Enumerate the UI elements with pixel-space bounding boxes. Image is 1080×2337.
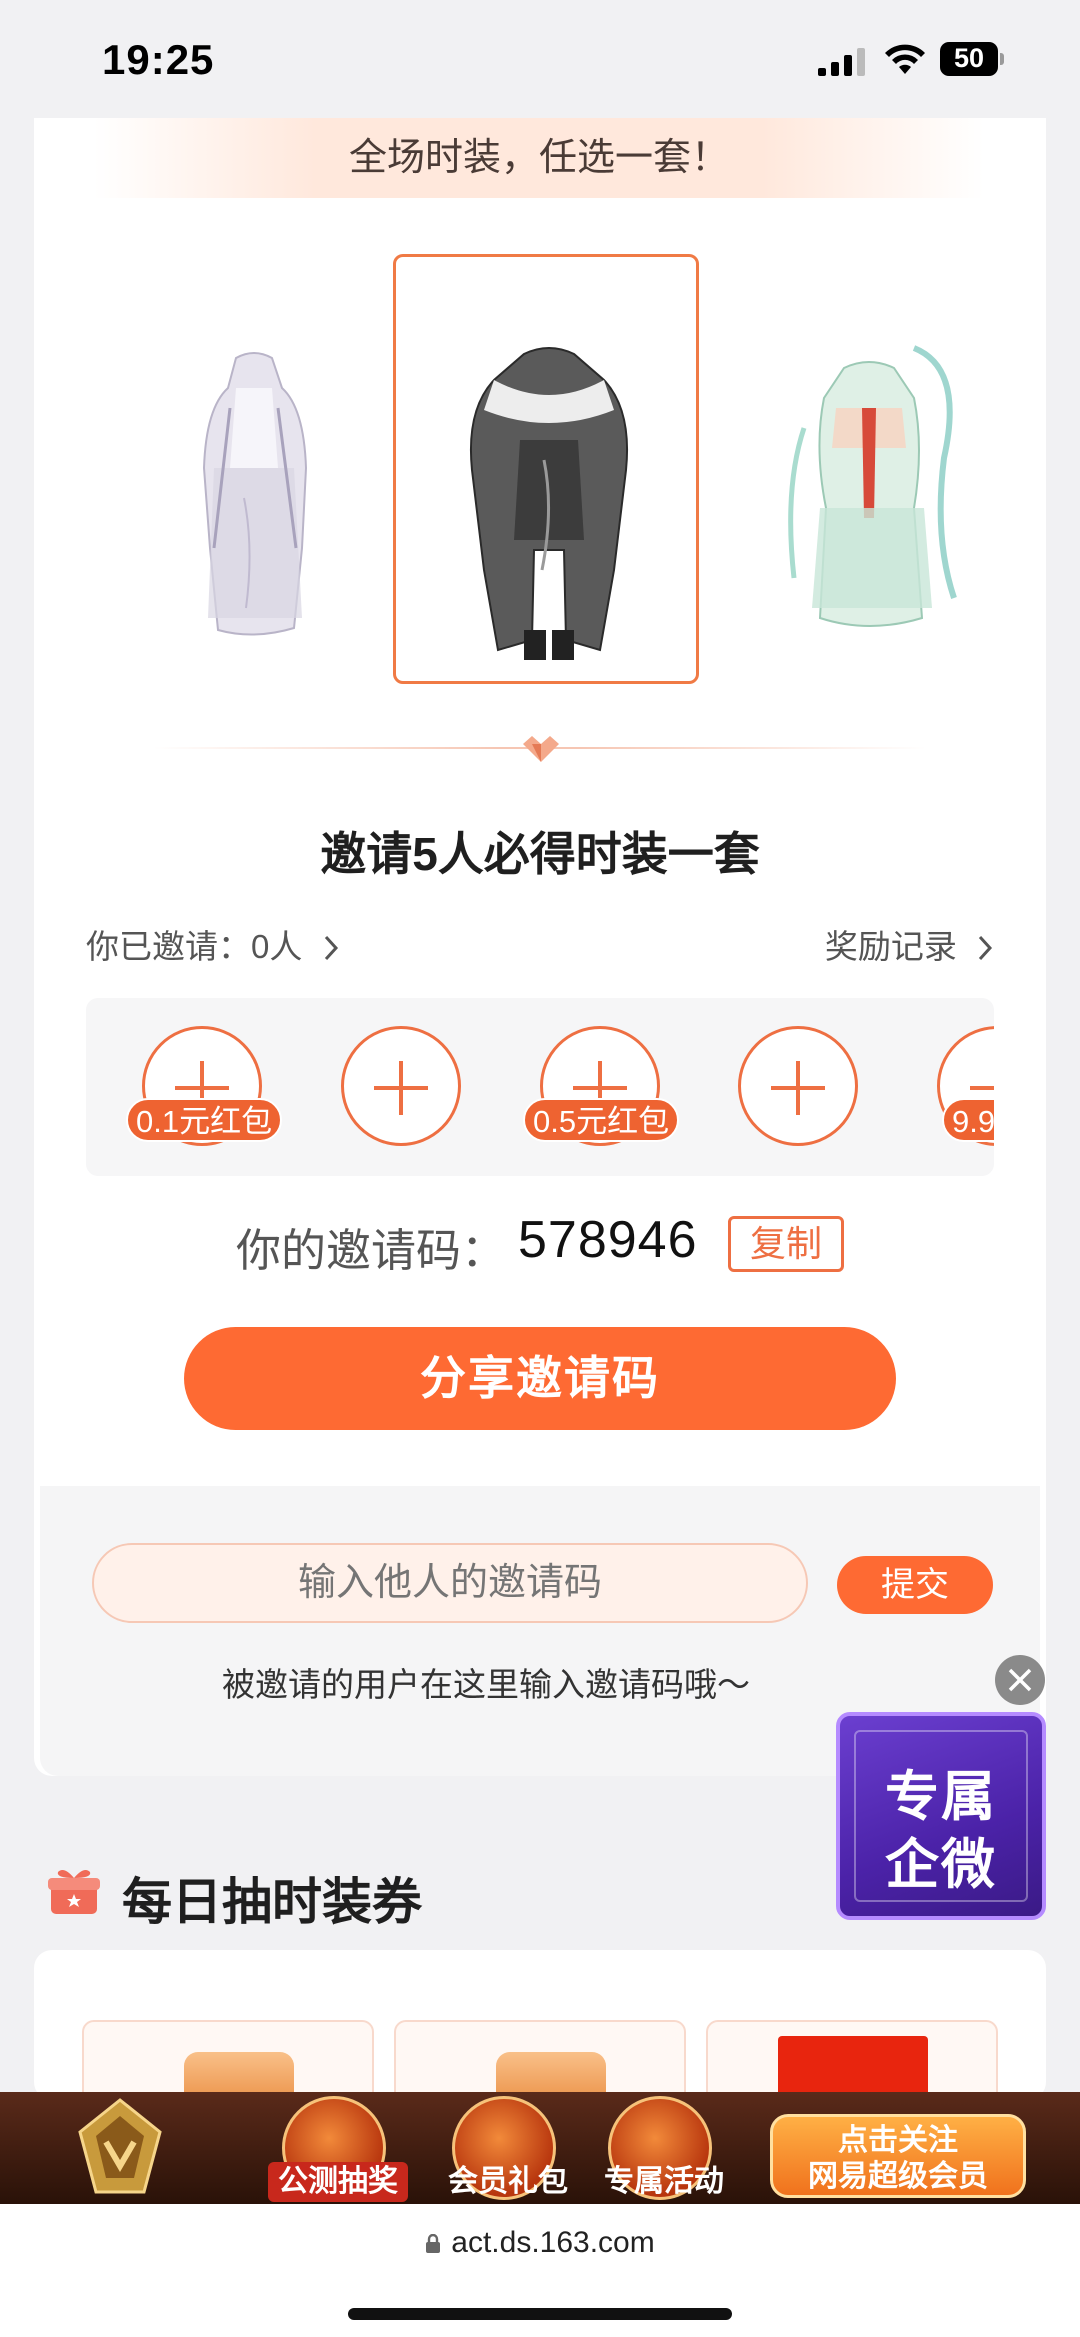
reward-record-link[interactable]: 奖励记录 <box>825 920 994 968</box>
daily-section-title: 每日抽时装券 <box>122 1874 422 1930</box>
browser-url-bar[interactable]: act.ds.163.com <box>0 2204 1080 2337</box>
invite-code-value: 578946 <box>518 1211 698 1269</box>
slot-reward-tag-3: 0.5元红包 <box>523 1098 680 1142</box>
close-icon <box>1008 1668 1032 1692</box>
battery-percent: 50 <box>953 43 985 73</box>
invited-count-link[interactable]: 你已邀请：0人 <box>86 920 340 968</box>
heart-gem-icon <box>523 736 559 762</box>
copy-button[interactable]: 复制 <box>728 1216 844 1272</box>
invite-title: 邀请5人必得时装一套 <box>320 828 760 880</box>
url-display[interactable]: act.ds.163.com <box>0 2226 1080 2260</box>
close-float-ad-button[interactable] <box>995 1655 1045 1705</box>
status-bar: 19:25 50 <box>0 0 1080 118</box>
follow-cta-line-1: 点击关注 <box>838 2124 958 2157</box>
url-text: act.ds.163.com <box>451 2226 655 2259</box>
outfit-option-white[interactable] <box>174 348 334 648</box>
coupon-item-1[interactable] <box>82 2020 374 2100</box>
bottom-item-label: 公测抽奖 <box>268 2162 408 2202</box>
invite-card: 全场时装，任选一套！ 邀请5人必得时装一套 你已邀请：0人 奖励记录 0.1元红… <box>34 118 1046 1776</box>
vip-logo-icon <box>78 2098 162 2194</box>
coupon-item-2[interactable] <box>394 2020 686 2100</box>
plus-icon <box>970 1086 994 1090</box>
outfit-option-black[interactable] <box>454 340 644 670</box>
promo-banner: 全场时装，任选一套！ <box>94 118 984 198</box>
invite-slots: 0.1元红包 0.5元红包 9.9元 <box>86 998 994 1176</box>
chevron-right-icon <box>978 935 993 961</box>
chevron-right-icon <box>324 935 338 961</box>
wifi-icon <box>885 44 925 74</box>
invite-code-input[interactable] <box>92 1543 808 1623</box>
coupon-item-3[interactable] <box>706 2020 998 2100</box>
slot-reward-tag-1: 0.1元红包 <box>126 1098 283 1142</box>
float-ad-line-2: 企微 <box>885 1832 997 1896</box>
reward-record-text: 奖励记录 <box>824 928 957 965</box>
follow-cta-line-2: 网易超级会员 <box>808 2160 988 2193</box>
invited-count-text: 你已邀请：0人 <box>86 928 303 965</box>
bottom-item-label: 专属活动 <box>604 2165 724 2198</box>
bottom-item-member-gift[interactable]: 会员礼包 <box>438 2096 568 2204</box>
home-indicator[interactable] <box>348 2308 732 2320</box>
invite-slot-2[interactable] <box>341 1026 461 1146</box>
slot-reward-tag-5: 9.9元 <box>942 1098 994 1142</box>
status-time: 19:25 <box>102 36 215 83</box>
red-packet-icon <box>778 2036 928 2100</box>
gift-box-icon <box>48 1870 100 1914</box>
bottom-item-label: 会员礼包 <box>448 2165 568 2198</box>
follow-vip-button[interactable]: 点击关注 网易超级会员 <box>770 2114 1026 2198</box>
invite-slot-4[interactable] <box>738 1026 858 1146</box>
share-invite-code-button[interactable]: 分享邀请码 <box>184 1327 896 1430</box>
coupon-card <box>34 1950 1046 2100</box>
outfit-option-green[interactable] <box>764 338 974 648</box>
bottom-item-exclusive[interactable]: 专属活动 <box>594 2096 724 2204</box>
wecom-float-ad[interactable]: 专属 企微 <box>836 1712 1046 1920</box>
bottom-promo-bar: 公测抽奖 会员礼包 专属活动 点击关注 网易超级会员 <box>0 2092 1080 2204</box>
battery-icon: 50 <box>940 42 1004 76</box>
submit-button[interactable]: 提交 <box>837 1556 993 1614</box>
cellular-signal-icon <box>818 48 865 76</box>
invite-code-row: 你的邀请码： 578946 复制 <box>34 1208 1046 1278</box>
enter-code-hint: 被邀请的用户在这里输入邀请码哦～ <box>222 1666 750 1703</box>
invite-code-label: 你的邀请码： <box>236 1225 507 1276</box>
lock-icon <box>426 2234 441 2253</box>
bottom-item-lottery[interactable]: 公测抽奖 <box>268 2096 408 2204</box>
